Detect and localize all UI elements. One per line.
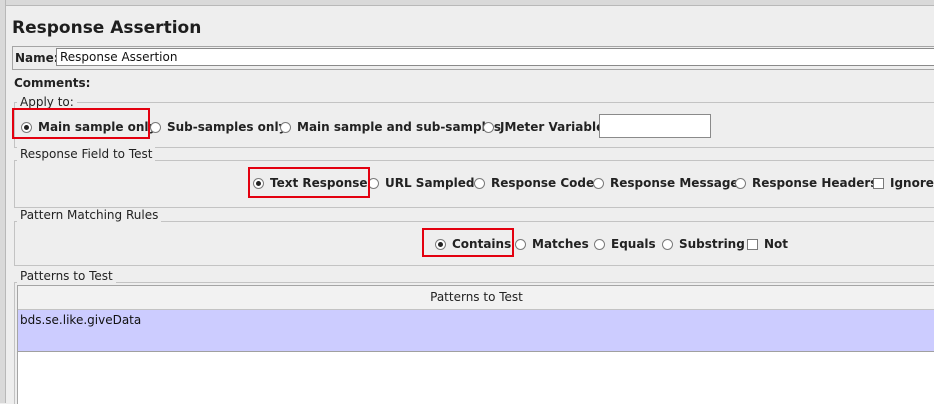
ignore-status-label: Ignore S bbox=[890, 176, 934, 190]
apply-jmeter-variable-label: JMeter Variable bbox=[500, 120, 605, 134]
field-response-code-label: Response Code bbox=[491, 176, 595, 190]
field-response-code-radio[interactable]: Response Code bbox=[474, 176, 594, 190]
field-response-headers-radio[interactable]: Response Headers bbox=[735, 176, 877, 190]
rule-matches-radio[interactable]: Matches bbox=[515, 237, 589, 251]
name-input[interactable] bbox=[56, 48, 934, 66]
radio-icon bbox=[483, 121, 494, 133]
rule-equals-label: Equals bbox=[611, 237, 656, 251]
apply-main-and-sub-radio[interactable]: Main sample and sub-samples bbox=[280, 120, 501, 134]
field-url-sampled-radio[interactable]: URL Sampled bbox=[368, 176, 474, 190]
rule-matches-label: Matches bbox=[532, 237, 589, 251]
comments-label: Comments: bbox=[14, 76, 91, 90]
rule-substring-label: Substring bbox=[679, 237, 745, 251]
checkbox-icon bbox=[873, 177, 884, 189]
ignore-status-checkbox[interactable]: Ignore S bbox=[873, 176, 934, 190]
patterns-title: Patterns to Test bbox=[17, 269, 116, 283]
apply-sub-samples-label: Sub-samples only bbox=[167, 120, 287, 134]
apply-sub-samples-radio[interactable]: Sub-samples only bbox=[150, 120, 286, 134]
window-top-edge bbox=[0, 0, 934, 6]
radio-icon bbox=[474, 177, 485, 189]
radio-icon bbox=[662, 238, 673, 250]
radio-icon bbox=[594, 238, 605, 250]
not-checkbox[interactable]: Not bbox=[747, 237, 788, 251]
jmeter-variable-input[interactable] bbox=[599, 114, 711, 138]
highlight-box-apply-to bbox=[12, 108, 150, 139]
name-label: Name: bbox=[15, 51, 59, 65]
field-response-headers-label: Response Headers bbox=[752, 176, 878, 190]
name-row: Name: bbox=[12, 46, 934, 70]
radio-icon bbox=[150, 121, 161, 133]
radio-icon bbox=[735, 177, 746, 189]
radio-icon bbox=[593, 177, 604, 189]
apply-main-and-sub-label: Main sample and sub-samples bbox=[297, 120, 502, 134]
response-field-title: Response Field to Test bbox=[17, 147, 156, 161]
table-row[interactable]: bds.se.like.giveData bbox=[18, 310, 934, 352]
patterns-table: Patterns to Test bds.se.like.giveData bbox=[17, 285, 934, 404]
pattern-rules-title: Pattern Matching Rules bbox=[17, 208, 162, 222]
apply-jmeter-variable-radio[interactable]: JMeter Variable bbox=[483, 120, 604, 134]
not-label: Not bbox=[764, 237, 789, 251]
page-title: Response Assertion bbox=[12, 18, 202, 38]
rule-equals-radio[interactable]: Equals bbox=[594, 237, 656, 251]
field-response-message-label: Response Message bbox=[610, 176, 739, 190]
checkbox-icon bbox=[747, 238, 758, 250]
pattern-cell: bds.se.like.giveData bbox=[20, 313, 142, 327]
radio-icon bbox=[515, 238, 526, 250]
field-url-sampled-label: URL Sampled bbox=[385, 176, 475, 190]
highlight-box-response-field bbox=[248, 167, 370, 198]
patterns-column-header[interactable]: Patterns to Test bbox=[18, 286, 934, 310]
radio-icon bbox=[280, 121, 291, 133]
rule-substring-radio[interactable]: Substring bbox=[662, 237, 745, 251]
window-left-edge bbox=[0, 0, 6, 403]
apply-to-title: Apply to: bbox=[17, 95, 77, 109]
field-response-message-radio[interactable]: Response Message bbox=[593, 176, 739, 190]
highlight-box-pattern-rules bbox=[422, 228, 514, 257]
